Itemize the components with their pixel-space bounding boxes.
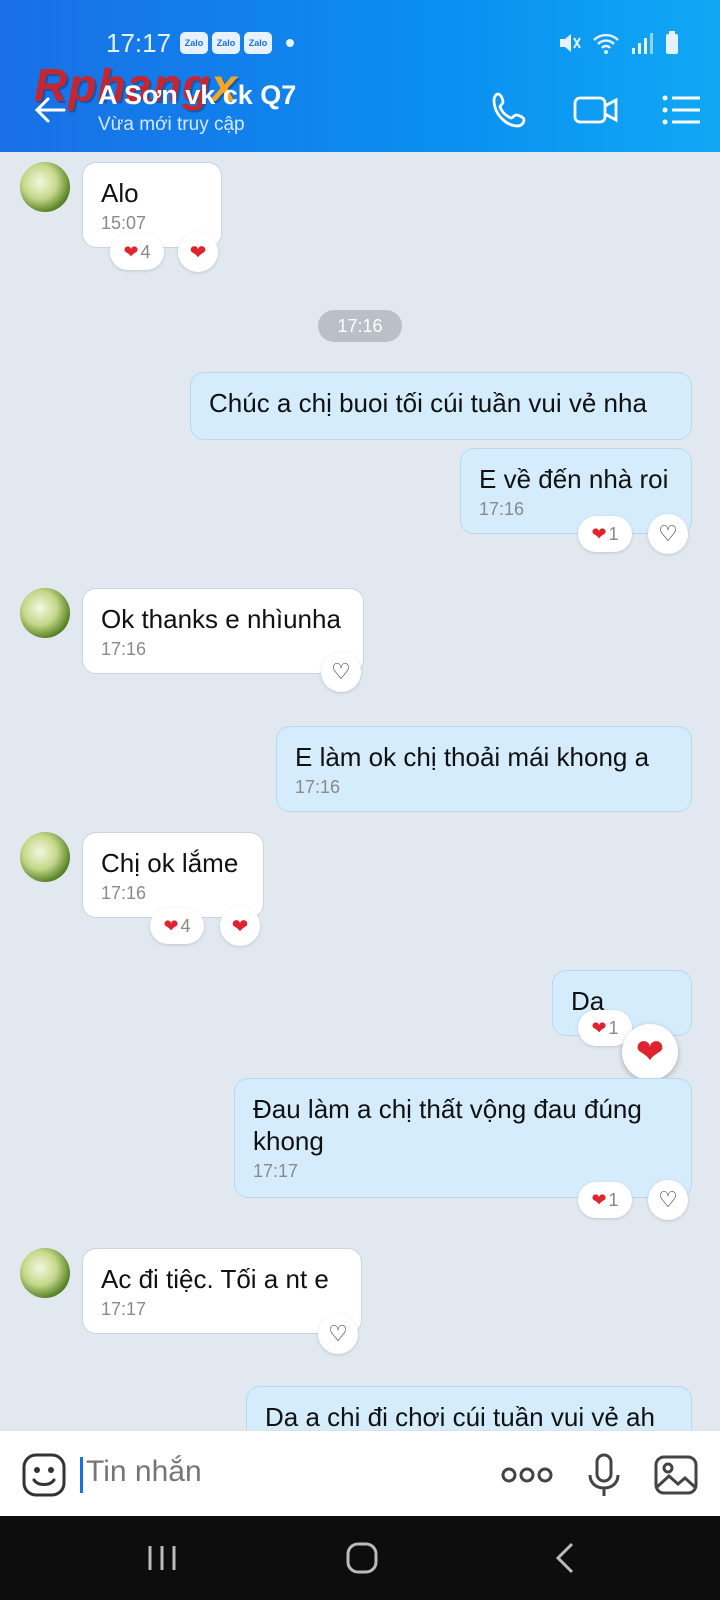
system-icons (556, 30, 680, 56)
more-dots-icon[interactable] (500, 1451, 554, 1499)
heart-icon: ❤ (591, 1189, 607, 1210)
heart-outline-icon[interactable]: ♡ (318, 1314, 358, 1354)
arrow-left-icon[interactable] (30, 90, 70, 130)
heart-icon: ❤ (591, 523, 607, 544)
heart-outline-icon[interactable]: ♡ (321, 652, 361, 692)
message-bubble-incoming[interactable]: Ac đi tiệc. Tối a nt e 17:17 (82, 1248, 362, 1334)
heart-icon: ❤ (635, 1033, 665, 1071)
wifi-icon (593, 33, 619, 54)
chat-title[interactable]: A Sơn vk ck Q7 (98, 80, 296, 111)
avatar[interactable] (20, 162, 70, 212)
home-icon[interactable] (342, 1538, 382, 1578)
phone-icon[interactable] (488, 88, 532, 132)
time-separator: 17:16 (318, 310, 402, 342)
message-bubble-incoming[interactable]: Ok thanks e nhìunha 17:16 (82, 588, 364, 674)
message-bubble-outgoing[interactable]: Chúc a chị buoi tối cúi tuần vui vẻ nha (190, 372, 692, 440)
video-camera-icon[interactable] (572, 88, 620, 132)
heart-icon: ❤ (231, 915, 249, 938)
zalo-notification-icon: Zalo (212, 32, 240, 54)
text-cursor (80, 1457, 83, 1493)
heart-reaction-animation: ❤ (622, 1024, 678, 1080)
heart-outline-icon[interactable]: ♡ (648, 1180, 688, 1220)
chat-status: Vừa mới truy cập (98, 114, 245, 135)
heart-icon: ❤ (123, 241, 139, 262)
status-time: 17:17 (106, 28, 172, 58)
battery-icon (666, 31, 678, 54)
signal-icon (632, 33, 653, 54)
message-input-bar (0, 1430, 720, 1516)
zalo-notification-icon: Zalo (180, 32, 208, 54)
heart-icon: ❤ (189, 241, 207, 264)
message-bubble-outgoing[interactable]: Đau làm a chị thất vộng đau đúng khong 1… (234, 1078, 692, 1198)
more-notifications-dot (286, 39, 294, 47)
image-gallery-icon[interactable] (652, 1451, 700, 1499)
chat-header: 17:17 Zalo Zalo Zalo Rphangx A Sơn vk ck… (0, 0, 720, 152)
heart-outline-icon[interactable]: ♡ (648, 514, 688, 554)
message-bubble-outgoing[interactable]: E làm ok chị thoải mái khong a 17:16 (276, 726, 692, 812)
avatar[interactable] (20, 1248, 70, 1298)
mute-icon (560, 34, 581, 52)
message-list[interactable]: Alo 15:07 ❤ 4 ❤ 17:16 Chúc a chị buoi tối… (0, 152, 720, 1430)
message-bubble-outgoing[interactable]: Da a chi đi chơi cúi tuần vui vẻ ah (246, 1386, 692, 1430)
reaction-heart-count[interactable]: ❤ 1 (578, 516, 632, 552)
avatar[interactable] (20, 832, 70, 882)
message-bubble-incoming[interactable]: Chị ok lắme 17:16 (82, 832, 264, 918)
back-nav-icon[interactable] (546, 1538, 586, 1578)
heart-icon: ❤ (591, 1017, 607, 1038)
system-navigation-bar (0, 1516, 720, 1600)
reaction-heart-count[interactable]: ❤ 4 (110, 234, 164, 270)
avatar[interactable] (20, 588, 70, 638)
reaction-heart-button[interactable]: ❤ (220, 906, 260, 946)
reaction-heart-count[interactable]: ❤ 4 (150, 908, 204, 944)
microphone-icon[interactable] (580, 1451, 628, 1499)
smiley-sticker-icon[interactable] (20, 1451, 68, 1499)
recent-apps-icon[interactable] (142, 1538, 182, 1578)
reaction-heart-button[interactable]: ❤ (178, 232, 218, 272)
heart-icon: ❤ (163, 915, 179, 936)
reaction-heart-count[interactable]: ❤ 1 (578, 1182, 632, 1218)
list-menu-icon[interactable] (660, 88, 704, 132)
zalo-notification-icon: Zalo (244, 32, 272, 54)
message-input[interactable] (86, 1455, 466, 1489)
